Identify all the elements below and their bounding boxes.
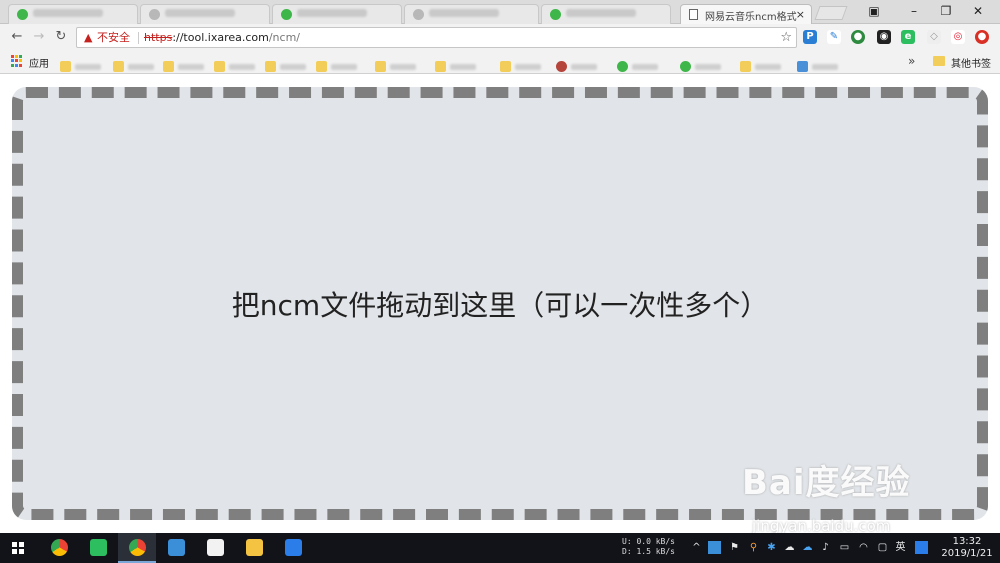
- taskbar-app-icon[interactable]: [157, 533, 195, 563]
- url-text[interactable]: https://tool.ixarea.com/ncm/: [144, 28, 300, 47]
- blurred-tab-title: [165, 9, 235, 17]
- drop-message: 把ncm文件拖动到这里（可以一次性多个）: [231, 288, 769, 322]
- evernote-icon[interactable]: e: [901, 30, 915, 44]
- insecure-label: 不安全: [97, 31, 130, 44]
- bookmark-item[interactable]: [60, 56, 101, 72]
- tab-background[interactable]: [140, 4, 270, 24]
- weibo-icon[interactable]: ◎: [951, 30, 965, 44]
- network-speed: U: 0.0 kB/s D: 1.5 kB/s: [622, 537, 675, 557]
- tray-bluetooth-icon[interactable]: ✱: [765, 541, 778, 554]
- reload-icon[interactable]: ↻: [52, 28, 70, 46]
- tab-favicon: [550, 9, 561, 20]
- blurred-tab-title: [566, 9, 636, 17]
- blurred-tab-title: [33, 9, 103, 17]
- tray-search-icon[interactable]: ⚲: [747, 541, 760, 554]
- ime-indicator[interactable]: 英: [894, 541, 907, 554]
- volume-icon[interactable]: ♪: [819, 541, 832, 554]
- bookmark-item[interactable]: [113, 56, 154, 72]
- windows-start-icon[interactable]: [12, 542, 24, 554]
- tray-cloud-icon[interactable]: ☁: [783, 541, 796, 554]
- document-icon: [689, 9, 698, 20]
- tab-background[interactable]: [8, 4, 138, 24]
- system-clock[interactable]: 13:32 2019/1/21: [940, 536, 994, 560]
- bookmark-item[interactable]: [316, 56, 357, 72]
- tab-favicon: [413, 9, 424, 20]
- blurred-tab-title: [429, 9, 499, 17]
- baidu-jingyan-watermark: Bai度经验 jingyan.baidu.com: [742, 455, 982, 537]
- url-path: /ncm/: [268, 31, 300, 44]
- network-upload: U: 0.0 kB/s: [622, 537, 675, 546]
- network-download: D: 1.5 kB/s: [622, 547, 675, 556]
- bookmark-item[interactable]: [435, 56, 476, 72]
- bookmark-item[interactable]: [375, 56, 416, 72]
- taskbar-explorer-icon[interactable]: [235, 533, 273, 563]
- blurred-tab-title: [297, 9, 367, 17]
- tab-favicon: [149, 9, 160, 20]
- battery-icon[interactable]: ▭: [838, 541, 851, 554]
- folder-icon: [933, 56, 945, 66]
- tab-strip: 网易云音乐ncm格式 × ▣ – ❐ ✕: [0, 0, 1000, 25]
- extension-shield-icon[interactable]: ◇: [927, 30, 941, 44]
- restore-icon[interactable]: ❐: [934, 3, 958, 19]
- tab-background[interactable]: [404, 4, 539, 24]
- wifi-icon[interactable]: ◠: [857, 541, 870, 554]
- bookmark-item[interactable]: [265, 56, 306, 72]
- clock-date: 2019/1/21: [941, 548, 993, 559]
- back-arrow-icon[interactable]: ←: [8, 28, 26, 46]
- watermark-logo-text: Bai度经验: [742, 463, 911, 503]
- extension-mask-icon[interactable]: ◉: [877, 30, 891, 44]
- bookmarks-overflow-icon[interactable]: »: [908, 54, 915, 68]
- address-divider: [138, 32, 139, 44]
- bookmark-item[interactable]: [163, 56, 204, 72]
- close-window-icon[interactable]: ✕: [966, 3, 990, 19]
- tab-background[interactable]: [541, 4, 671, 24]
- bookmark-item[interactable]: [680, 56, 721, 72]
- taskbar-chrome-active-icon[interactable]: [118, 533, 156, 563]
- url-host: ://tool.ixarea.com: [172, 31, 269, 44]
- tray-app-icon[interactable]: [708, 541, 721, 554]
- bookmark-item[interactable]: [214, 56, 255, 72]
- apps-grid-icon[interactable]: [11, 55, 23, 67]
- profile-icon[interactable]: ▣: [862, 3, 886, 19]
- tab-background[interactable]: [272, 4, 402, 24]
- browser-toolbar: ← → ↻ ▲ 不安全 https://tool.ixarea.com/ncm/…: [0, 24, 1000, 50]
- bookmark-item[interactable]: [617, 56, 658, 72]
- extension-globe-icon[interactable]: ●: [851, 30, 865, 44]
- address-bar[interactable]: ▲ 不安全 https://tool.ixarea.com/ncm/ ☆: [76, 27, 797, 48]
- bookmarks-bar: 应用 » 其他书签: [0, 50, 1000, 74]
- taskbar-evernote-icon[interactable]: [79, 533, 117, 563]
- extension-red-icon[interactable]: ●: [975, 30, 989, 44]
- forward-arrow-icon[interactable]: →: [30, 28, 48, 46]
- extension-feather-icon[interactable]: ✎: [827, 30, 841, 44]
- bookmark-item[interactable]: [556, 56, 597, 72]
- new-tab-button[interactable]: [814, 6, 848, 20]
- tab-title: 网易云音乐ncm格式: [705, 12, 797, 23]
- extension-p-icon[interactable]: P: [803, 30, 817, 44]
- bookmark-item[interactable]: [797, 56, 838, 72]
- bookmark-star-icon[interactable]: ☆: [780, 28, 792, 47]
- warning-icon: ▲: [84, 31, 93, 44]
- taskbar-app-star-icon[interactable]: [274, 533, 312, 563]
- close-tab-icon[interactable]: ×: [796, 8, 805, 21]
- tray-onedrive-icon[interactable]: ☁: [801, 541, 814, 554]
- apps-label[interactable]: 应用: [29, 55, 49, 70]
- taskbar-chrome-icon[interactable]: [40, 533, 78, 563]
- tab-favicon: [281, 9, 292, 20]
- tray-baidu-icon[interactable]: [915, 541, 928, 554]
- tab-active[interactable]: 网易云音乐ncm格式 ×: [680, 4, 812, 25]
- tray-expand-icon[interactable]: ^: [690, 541, 703, 554]
- clock-time: 13:32: [952, 536, 982, 547]
- notification-icon[interactable]: ▢: [876, 541, 889, 554]
- bookmark-item[interactable]: [740, 56, 781, 72]
- bookmark-item[interactable]: [500, 56, 541, 72]
- url-scheme: https: [144, 31, 173, 44]
- minimize-icon[interactable]: –: [902, 3, 926, 19]
- tab-favicon: [17, 9, 28, 20]
- other-bookmarks-label[interactable]: 其他书签: [951, 55, 991, 70]
- tray-flag-icon[interactable]: ⚑: [728, 541, 741, 554]
- taskbar-typora-icon[interactable]: [196, 533, 234, 563]
- windows-taskbar: U: 0.0 kB/s D: 1.5 kB/s ^ ⚑ ⚲ ✱ ☁ ☁ ♪ ▭ …: [0, 533, 1000, 563]
